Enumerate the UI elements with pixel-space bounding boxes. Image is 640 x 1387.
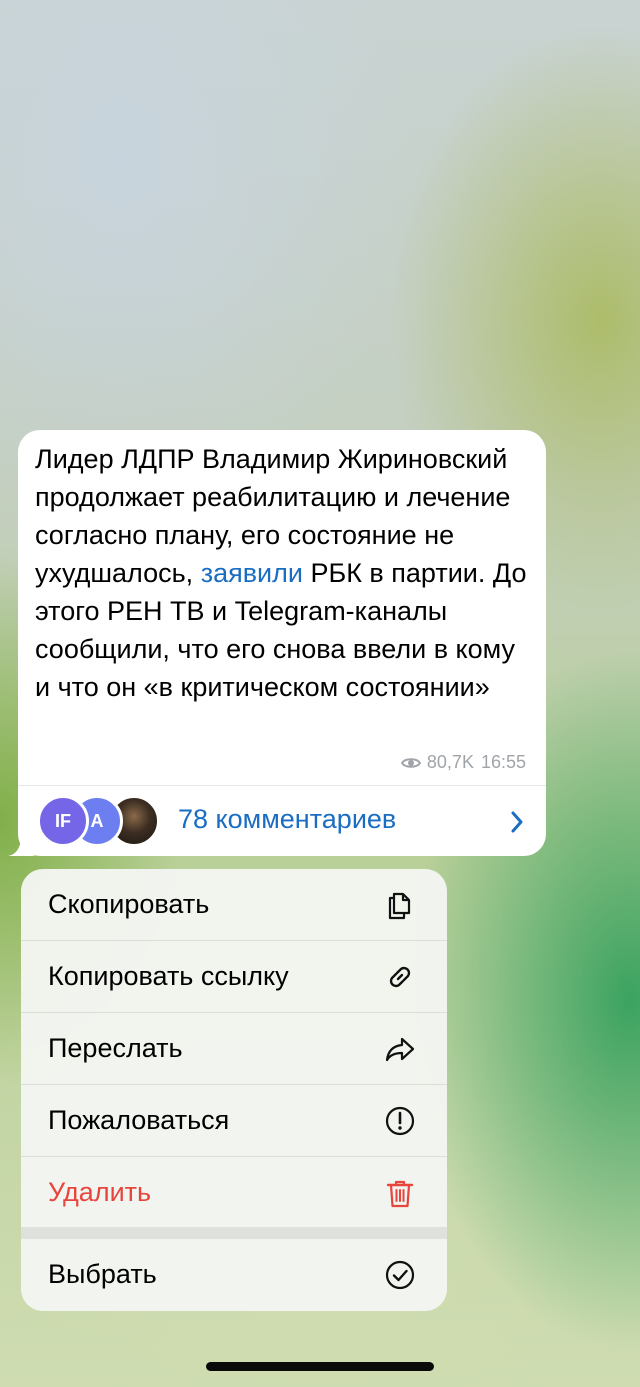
message-link[interactable]: заявили bbox=[201, 558, 303, 588]
avatar: IF bbox=[37, 795, 89, 847]
menu-item-label: Удалить bbox=[48, 1177, 152, 1207]
menu-item-forward[interactable]: Переслать bbox=[21, 1013, 447, 1084]
report-icon bbox=[385, 1106, 415, 1135]
home-indicator[interactable] bbox=[206, 1362, 434, 1371]
menu-item-copy-link[interactable]: Копировать ссылку bbox=[21, 941, 447, 1012]
view-count: 80,7K bbox=[426, 752, 474, 772]
message-text: Лидер ЛДПР Владимир Жириновский продолжа… bbox=[35, 440, 535, 706]
menu-item-label: Выбрать bbox=[48, 1259, 157, 1289]
menu-item-copy[interactable]: Скопировать bbox=[21, 869, 447, 940]
menu-group-separator bbox=[21, 1227, 447, 1239]
forward-icon bbox=[385, 1037, 415, 1061]
message-bubble[interactable]: Лидер ЛДПР Владимир Жириновский продолжа… bbox=[18, 430, 546, 856]
menu-item-label: Скопировать bbox=[48, 889, 210, 919]
message-meta: 80,7K 16:55 bbox=[400, 752, 526, 773]
comments-row[interactable]: IF A 78 комментариев bbox=[18, 786, 546, 856]
trash-icon bbox=[386, 1180, 414, 1207]
link-icon bbox=[389, 966, 411, 987]
copy-icon bbox=[388, 892, 411, 919]
menu-item-label: Переслать bbox=[48, 1033, 183, 1063]
menu-item-delete[interactable]: Удалить bbox=[21, 1157, 447, 1228]
message-time: 16:55 bbox=[480, 752, 526, 772]
menu-item-report[interactable]: Пожаловаться bbox=[21, 1085, 447, 1156]
menu-item-label: Пожаловаться bbox=[48, 1105, 230, 1135]
menu-item-select[interactable]: Выбрать bbox=[21, 1239, 447, 1310]
context-menu: Скопировать Копировать ссылку Переслать … bbox=[21, 869, 447, 1311]
menu-item-label: Копировать ссылку bbox=[48, 961, 289, 991]
checkmark-circle-icon bbox=[385, 1260, 415, 1289]
comments-label: 78 комментариев bbox=[178, 804, 397, 834]
chevron-right-icon bbox=[511, 811, 523, 833]
eye-icon bbox=[400, 757, 421, 768]
